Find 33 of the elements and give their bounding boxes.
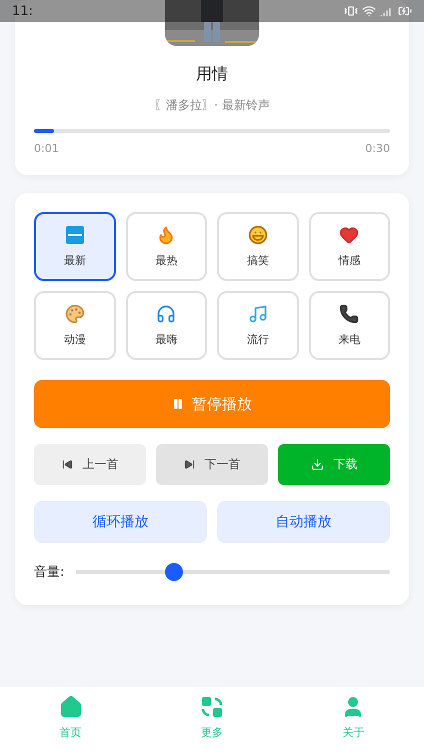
laughing-face-icon <box>248 225 268 245</box>
pause-icon <box>172 398 184 410</box>
previous-icon <box>62 459 72 470</box>
total-time: 0:30 <box>365 142 390 155</box>
heart-icon <box>339 225 360 245</box>
swap-squares-icon <box>200 695 224 719</box>
category-tile[interactable]: 流行 <box>217 291 298 360</box>
category-tile[interactable]: 来电 <box>308 291 390 360</box>
vibrate-icon <box>344 4 358 18</box>
song-subtitle: 〖潘多拉〗· 最新铃声 <box>154 97 270 114</box>
music-note-icon <box>248 304 268 324</box>
headphones-icon <box>156 304 176 324</box>
category-tile[interactable]: 动漫 <box>34 291 116 360</box>
download-icon <box>310 458 324 471</box>
mode-button[interactable]: 循环播放 <box>34 501 207 543</box>
elapsed-time: 0:01 <box>34 142 59 155</box>
category-tile[interactable]: 搞笑 <box>217 212 298 281</box>
next-icon <box>184 459 194 470</box>
category-tile[interactable]: 最新 <box>34 212 116 281</box>
category-tile[interactable]: 情感 <box>308 212 390 281</box>
volume-thumb[interactable] <box>164 563 183 581</box>
status-time: 11: <box>12 4 33 18</box>
category-tile[interactable]: 最热 <box>126 212 207 281</box>
mode-button[interactable]: 自动播放 <box>217 501 390 543</box>
home-icon <box>58 695 83 719</box>
song-title: 用情 <box>196 64 228 85</box>
category-tile[interactable]: 最嗨 <box>126 291 207 360</box>
next-button[interactable]: 下一首 <box>156 444 268 485</box>
volume-label: 音量: <box>34 564 64 581</box>
wifi-icon <box>362 4 376 18</box>
palette-icon <box>64 304 85 324</box>
phone-icon <box>339 304 360 324</box>
previous-button[interactable]: 上一首 <box>34 444 146 485</box>
